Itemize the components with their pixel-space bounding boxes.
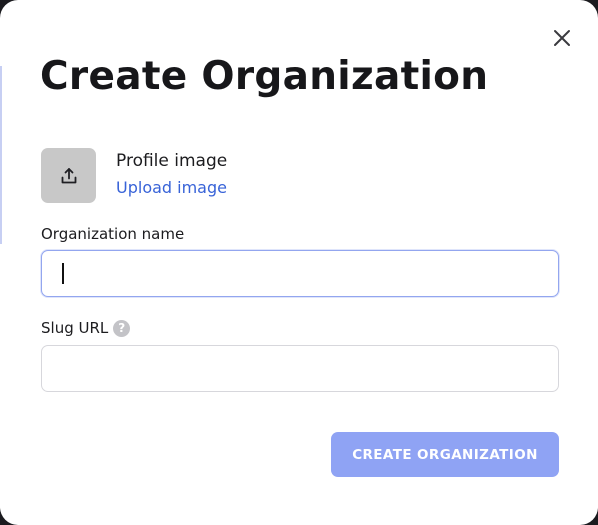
create-organization-button[interactable]: CREATE ORGANIZATION <box>331 432 559 477</box>
upload-image-link[interactable]: Upload image <box>116 178 227 197</box>
help-icon[interactable]: ? <box>113 319 131 337</box>
create-organization-dialog: Create Organization Profile image Upload… <box>0 0 598 525</box>
profile-image-label: Profile image <box>116 151 228 171</box>
dialog-title: Create Organization <box>40 54 489 99</box>
background-panel-edge <box>0 66 2 244</box>
organization-name-input[interactable] <box>41 250 559 297</box>
profile-image-upload[interactable] <box>41 148 96 203</box>
close-icon <box>554 30 570 46</box>
slug-url-label: Slug URL <box>41 319 109 337</box>
organization-name-label: Organization name <box>41 225 185 243</box>
close-button[interactable] <box>548 24 576 52</box>
slug-url-input[interactable] <box>41 345 559 392</box>
upload-icon <box>61 167 76 183</box>
slug-url-label-row: Slug URL ? <box>41 319 131 337</box>
text-caret <box>62 263 64 284</box>
